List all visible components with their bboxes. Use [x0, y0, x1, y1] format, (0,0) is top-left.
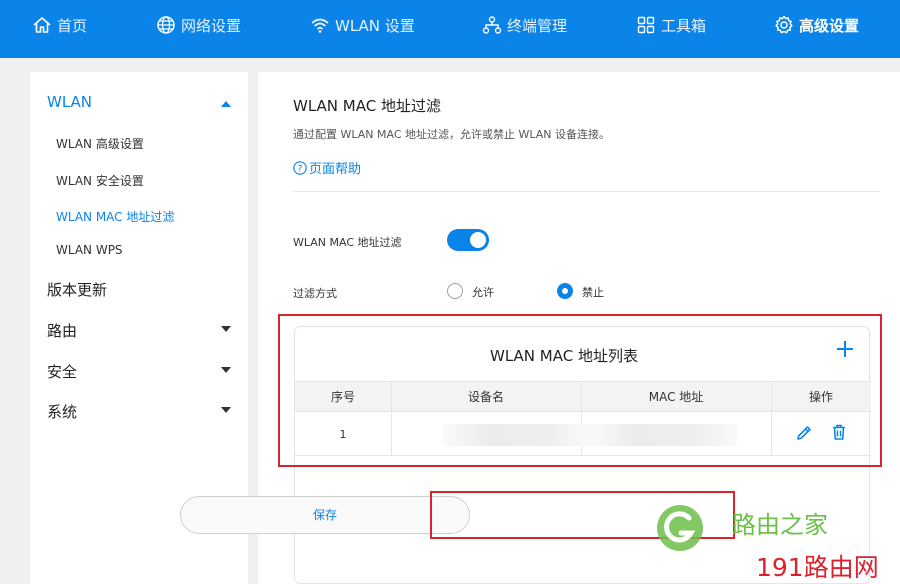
- edit-button[interactable]: [795, 424, 813, 446]
- radio-deny-label: 禁止: [582, 286, 604, 299]
- divider: [293, 191, 880, 192]
- mac-filter-toggle[interactable]: [447, 229, 489, 251]
- sidebar-item-wlan-mac-filter[interactable]: WLAN MAC 地址过滤: [56, 208, 174, 225]
- pencil-icon: [797, 426, 811, 440]
- sidebar-group-firmware-update[interactable]: 版本更新: [47, 279, 107, 300]
- chevron-up-icon[interactable]: [221, 101, 231, 107]
- grid-icon: [637, 16, 655, 34]
- help-circle-icon: ?: [293, 160, 307, 175]
- nav-network-settings[interactable]: 网络设置: [156, 0, 241, 50]
- row-index: 1: [339, 428, 347, 441]
- plus-icon: [837, 341, 853, 357]
- column-header-device-name: 设备名: [467, 390, 504, 404]
- blurred-device-name: [443, 424, 591, 446]
- radio-deny[interactable]: [557, 283, 573, 299]
- page-title: WLAN MAC 地址过滤: [293, 97, 441, 115]
- sidebar-group-routing[interactable]: 路由: [47, 320, 77, 341]
- nav-toolbox[interactable]: 工具箱: [636, 0, 706, 50]
- column-header-mac: MAC 地址: [648, 390, 704, 404]
- chevron-down-icon[interactable]: [221, 326, 231, 332]
- mac-filter-toggle-label: WLAN MAC 地址过滤: [293, 236, 402, 249]
- trash-icon: [833, 424, 845, 440]
- home-icon: [33, 17, 51, 33]
- nav-advanced-settings-label: 高级设置: [799, 16, 860, 35]
- sidebar-item-wlan-security[interactable]: WLAN 安全设置: [56, 172, 144, 189]
- help-link-label: 页面帮助: [309, 162, 362, 177]
- help-link[interactable]: ? 页面帮助: [293, 158, 361, 177]
- top-nav-bar: 首页 网络设置 WLAN 设置 终端管理 工具箱 高级设置: [0, 0, 900, 58]
- chevron-down-icon[interactable]: [221, 407, 231, 413]
- blurred-mac-address: [591, 424, 737, 446]
- watermark-logo-icon: [655, 503, 705, 557]
- radio-allow[interactable]: [447, 283, 463, 299]
- nav-advanced-settings[interactable]: 高级设置: [774, 0, 859, 50]
- nav-home-label: 首页: [57, 16, 88, 35]
- delete-button[interactable]: [830, 423, 848, 445]
- wifi-icon: [311, 18, 329, 33]
- nav-network-settings-label: 网络设置: [181, 16, 242, 35]
- column-header-actions: 操作: [808, 390, 833, 404]
- svg-text:?: ?: [298, 164, 303, 174]
- filter-mode-label: 过滤方式: [293, 287, 337, 300]
- nav-terminal-management[interactable]: 终端管理: [482, 0, 567, 50]
- sidebar-group-system[interactable]: 系统: [47, 401, 77, 422]
- mac-list-title: WLAN MAC 地址列表: [490, 347, 638, 365]
- sidebar-group-security[interactable]: 安全: [47, 361, 77, 382]
- add-button[interactable]: [835, 339, 855, 363]
- sidebar-item-wlan-wps[interactable]: WLAN WPS: [56, 243, 123, 257]
- toggle-knob: [470, 232, 486, 248]
- watermark-site-text: 191路由网: [756, 553, 879, 582]
- nav-home[interactable]: 首页: [32, 0, 87, 50]
- sidebar-item-wlan-advanced[interactable]: WLAN 高级设置: [56, 135, 144, 152]
- nav-wlan-settings-label: WLAN 设置: [335, 16, 415, 35]
- network-topology-icon: [482, 16, 502, 34]
- mac-list-card: WLAN MAC 地址列表 序号 设备名 MAC 地址 操作 1: [294, 326, 871, 584]
- table-header: 序号 设备名 MAC 地址 操作: [295, 381, 871, 412]
- nav-terminal-management-label: 终端管理: [507, 16, 568, 35]
- globe-icon: [157, 16, 175, 34]
- save-button[interactable]: 保存: [180, 496, 470, 534]
- column-divider: [771, 381, 772, 456]
- column-divider: [391, 381, 392, 456]
- gear-icon: [775, 15, 793, 34]
- nav-wlan-settings[interactable]: WLAN 设置: [310, 0, 415, 50]
- column-header-index: 序号: [330, 390, 355, 404]
- nav-toolbox-label: 工具箱: [661, 16, 707, 35]
- watermark-logo-text: 路由之家: [732, 511, 828, 539]
- row-divider: [295, 455, 871, 456]
- radio-allow-label: 允许: [472, 286, 494, 299]
- page-description: 通过配置 WLAN MAC 地址过滤，允许或禁止 WLAN 设备连接。: [293, 128, 611, 141]
- chevron-down-icon[interactable]: [221, 367, 231, 373]
- sidebar-group-wlan[interactable]: WLAN: [47, 93, 92, 111]
